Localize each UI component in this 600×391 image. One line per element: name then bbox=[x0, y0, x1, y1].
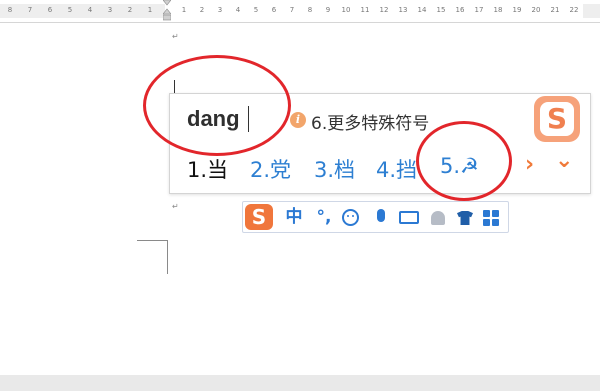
ruler-tick: 22 bbox=[569, 6, 579, 14]
document-page[interactable] bbox=[0, 23, 600, 375]
sogou-toolbar-logo-icon[interactable]: S bbox=[245, 204, 273, 230]
ruler-tick: 6 bbox=[271, 6, 277, 14]
ruler-tick: 18 bbox=[493, 6, 503, 14]
toolbox-icon[interactable] bbox=[483, 210, 499, 226]
sogou-logo-glyph: S bbox=[540, 102, 574, 136]
ruler-tick: 3 bbox=[217, 6, 223, 14]
ruler-margin-right bbox=[583, 4, 600, 18]
ruler-tick: 16 bbox=[455, 6, 465, 14]
indent-marker-icon[interactable] bbox=[162, 0, 172, 22]
annotation-circle-composition bbox=[143, 55, 291, 156]
ruler-tick: 12 bbox=[379, 6, 389, 14]
next-page-icon[interactable]: › bbox=[525, 152, 534, 177]
ruler-tick: 7 bbox=[27, 6, 33, 14]
candidate-1[interactable]: 1.当 bbox=[187, 154, 228, 184]
ruler-tick: 5 bbox=[67, 6, 73, 14]
info-icon[interactable]: i bbox=[290, 112, 306, 128]
ruler-tick: 7 bbox=[289, 6, 295, 14]
ruler-tick: 8 bbox=[307, 6, 313, 14]
ruler-tick: 11 bbox=[360, 6, 370, 14]
margin-corner-mark bbox=[167, 240, 168, 274]
scrollbar-area[interactable] bbox=[0, 375, 600, 391]
paragraph-mark: ↵ bbox=[172, 202, 179, 211]
candidate-3[interactable]: 3.档 bbox=[314, 154, 355, 184]
ruler-tick: 4 bbox=[87, 6, 93, 14]
ruler-tick: 3 bbox=[107, 6, 113, 14]
ime-status-toolbar: S 中 °, bbox=[242, 201, 509, 233]
ruler-tick: 19 bbox=[512, 6, 522, 14]
keyboard-icon[interactable] bbox=[399, 211, 419, 224]
ruler-tick: 20 bbox=[531, 6, 541, 14]
ruler-tick: 8 bbox=[7, 6, 13, 14]
horizontal-ruler[interactable]: 8 7 6 5 4 3 2 1 1 2 3 4 5 6 7 8 9 10 11 … bbox=[0, 0, 600, 23]
annotation-circle-candidate-5 bbox=[416, 121, 512, 201]
special-symbol-hint[interactable]: 6.更多特殊符号 bbox=[311, 109, 429, 134]
ruler-tick: 21 bbox=[550, 6, 560, 14]
expand-icon[interactable]: ⌄ bbox=[555, 148, 573, 173]
ruler-tick: 17 bbox=[474, 6, 484, 14]
ruler-tick: 5 bbox=[253, 6, 259, 14]
paragraph-mark: ↵ bbox=[172, 32, 179, 41]
user-icon[interactable] bbox=[431, 211, 445, 225]
ruler-tick: 14 bbox=[417, 6, 427, 14]
punctuation-toggle[interactable]: °, bbox=[313, 206, 335, 228]
margin-corner-mark bbox=[137, 240, 167, 241]
ruler-tick: 1 bbox=[147, 6, 153, 14]
sogou-logo-icon: S bbox=[534, 96, 580, 142]
ruler-tick: 2 bbox=[199, 6, 205, 14]
ruler-tick: 4 bbox=[235, 6, 241, 14]
candidate-2[interactable]: 2.党 bbox=[250, 154, 291, 184]
ruler-tick: 10 bbox=[341, 6, 351, 14]
ruler-tick: 13 bbox=[398, 6, 408, 14]
ruler-tick: 15 bbox=[436, 6, 446, 14]
skin-icon[interactable] bbox=[457, 211, 473, 225]
microphone-icon[interactable] bbox=[377, 209, 385, 222]
ruler-tick: 1 bbox=[181, 6, 187, 14]
smile-icon[interactable] bbox=[342, 209, 359, 226]
ruler-tick: 9 bbox=[325, 6, 331, 14]
chinese-mode-toggle[interactable]: 中 bbox=[283, 206, 305, 228]
ruler-tick: 2 bbox=[127, 6, 133, 14]
candidate-4[interactable]: 4.挡 bbox=[376, 154, 417, 184]
ruler-tick: 6 bbox=[47, 6, 53, 14]
